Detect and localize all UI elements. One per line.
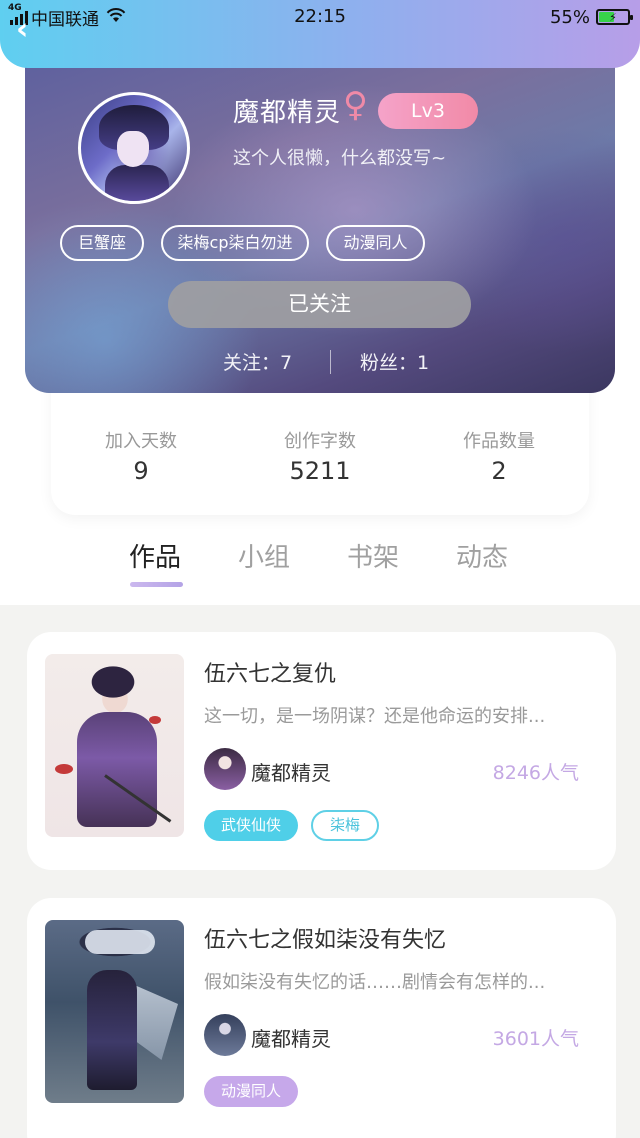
popularity-count: 8246人气	[492, 762, 579, 784]
tab-works[interactable]: 作品	[129, 537, 181, 574]
stat-word-count: 创作字数 5211	[230, 427, 410, 485]
divider	[330, 350, 331, 374]
status-right: 55% ⚡	[549, 6, 633, 28]
clock: 22:15	[294, 6, 346, 27]
active-tab-indicator	[130, 582, 183, 587]
user-bio: 这个人很懒，什么都没写~	[233, 148, 447, 169]
battery-percent: 55%	[549, 6, 590, 28]
work-cover-image[interactable]	[45, 654, 184, 837]
user-avatar[interactable]	[78, 92, 190, 204]
stat-value: 5211	[289, 457, 351, 485]
work-description: 假如柒没有失忆的话……剧情会有怎样的...	[204, 972, 546, 993]
author-avatar[interactable]	[204, 748, 246, 790]
work-card[interactable]: 伍六七之复仇 这一切，是一场阴谋？还是他命运的安排... 魔都精灵 8246人气…	[27, 632, 616, 870]
stat-label: 加入天数	[105, 431, 177, 452]
work-title[interactable]: 伍六七之复仇	[204, 656, 336, 688]
tab-groups[interactable]: 小组	[238, 537, 290, 574]
stats-card: 加入天数 9 创作字数 5211 作品数量 2	[51, 380, 589, 515]
stat-works-count: 作品数量 2	[409, 427, 589, 485]
author-avatar[interactable]	[204, 1014, 246, 1056]
battery-icon: ⚡	[596, 9, 633, 25]
profile-tag[interactable]: 动漫同人	[326, 225, 425, 261]
stat-value: 9	[133, 457, 149, 485]
tab-activity[interactable]: 动态	[456, 537, 508, 574]
followers-count[interactable]: 粉丝：1	[360, 348, 429, 375]
work-title[interactable]: 伍六七之假如柒没有失忆	[204, 922, 446, 954]
female-icon: ♀	[343, 85, 368, 125]
work-tag[interactable]: 动漫同人	[204, 1076, 298, 1107]
popularity-count: 3601人气	[492, 1028, 579, 1050]
stat-label: 创作字数	[284, 431, 356, 452]
username: 魔都精灵	[233, 98, 342, 128]
level-badge: Lv3	[378, 93, 478, 129]
following-count[interactable]: 关注：7	[223, 348, 292, 375]
stat-join-days: 加入天数 9	[51, 427, 231, 485]
work-cover-image[interactable]	[45, 920, 184, 1103]
work-tag[interactable]: 柒梅	[311, 810, 379, 841]
back-arrow-icon[interactable]: ‹	[16, 15, 46, 46]
author-name[interactable]: 魔都精灵	[251, 1023, 331, 1052]
header-bar: 4G 中国联通 22:15 55% ⚡ ‹	[0, 0, 640, 68]
tab-bookshelf[interactable]: 书架	[347, 537, 399, 574]
profile-card: 魔都精灵 ♀ Lv3 这个人很懒，什么都没写~ 巨蟹座 柒梅cp柒白勿进 动漫同…	[25, 40, 615, 393]
stat-label: 作品数量	[463, 431, 535, 452]
follow-stats: 关注：7 粉丝：1	[25, 348, 615, 378]
followed-button[interactable]: 已关注	[168, 281, 471, 328]
user-profile-page: 4G 中国联通 22:15 55% ⚡ ‹ 魔都精灵 ♀ Lv3 这个人很懒，什…	[0, 0, 640, 1138]
stat-value: 2	[491, 457, 507, 485]
work-tag[interactable]: 武侠仙侠	[204, 810, 298, 841]
profile-tag[interactable]: 柒梅cp柒白勿进	[161, 225, 309, 261]
work-card[interactable]: 伍六七之假如柒没有失忆 假如柒没有失忆的话……剧情会有怎样的... 魔都精灵 3…	[27, 898, 616, 1138]
work-description: 这一切，是一场阴谋？还是他命运的安排...	[204, 706, 546, 727]
profile-tag[interactable]: 巨蟹座	[60, 225, 144, 261]
author-name[interactable]: 魔都精灵	[251, 757, 331, 786]
